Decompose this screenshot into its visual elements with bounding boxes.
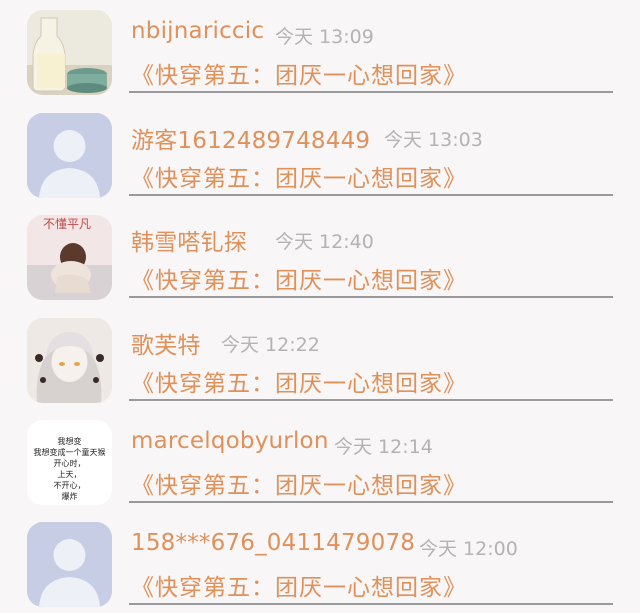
comment-time: 今天 12:00 [419,538,518,560]
book-title-link[interactable]: 《快穿第五：团厌一心想回家》 [131,568,467,602]
username[interactable]: 158***676_0411479078 [131,530,415,556]
username[interactable]: nbijnariccic [131,18,264,44]
divider [129,91,613,93]
divider [129,399,613,401]
anime-girl-icon[interactable] [27,318,112,403]
avatar-text-line: 不开心， [54,481,86,490]
divider [129,296,613,298]
text-note-icon[interactable]: 我想变 我想变成一个童天猴 开心时， 上天， 不开心， 爆炸 [27,420,112,505]
comment-row[interactable]: nbijnariccic 今天 13:09 《快穿第五：团厌一心想回家》 [0,0,640,103]
avatar-text-line: 我想变成一个童天猴 [34,447,106,457]
username[interactable]: marcelqobyurlon [131,428,329,454]
book-title-link[interactable]: 《快穿第五：团厌一心想回家》 [131,261,467,295]
comment-row[interactable]: 歌芙特 今天 12:22 《快穿第五：团厌一心想回家》 [0,308,640,411]
avatar-text-line: 我想变 [58,436,82,446]
comment-row[interactable]: 我想变 我想变成一个童天猴 开心时， 上天， 不开心， 爆炸 marcelqob… [0,410,640,513]
comment-time: 今天 12:22 [221,334,320,356]
comment-time: 今天 12:14 [334,436,433,458]
book-title-link[interactable]: 《快穿第五：团厌一心想回家》 [131,466,467,500]
comment-time: 今天 13:09 [275,26,374,48]
comment-row[interactable]: 158***676_0411479078 今天 12:00 《快穿第五：团厌一心… [0,512,640,613]
book-title-link[interactable]: 《快穿第五：团厌一心想回家》 [131,364,467,398]
comment-row[interactable]: 不懂平凡 韩雪嗒钆探 今天 12:40 《快穿第五：团厌一心想回家》 [0,205,640,308]
book-title-link[interactable]: 《快穿第五：团厌一心想回家》 [131,56,467,90]
avatar-text-line: 爆炸 [62,491,78,501]
default-user-icon[interactable] [27,522,112,607]
photo-milk-bottle-icon[interactable] [27,10,112,95]
username[interactable]: 游客1612489748449 [131,121,370,155]
divider [129,603,613,605]
divider [129,501,613,503]
divider [129,194,613,196]
comment-time: 今天 12:40 [275,231,374,253]
avatar-text-line: 开心时， [54,458,86,468]
username[interactable]: 歌芙特 [131,326,201,360]
avatar-text-line: 上天， [58,470,82,479]
default-user-icon[interactable] [27,113,112,198]
comment-list: nbijnariccic 今天 13:09 《快穿第五：团厌一心想回家》 游客1… [0,0,640,613]
book-title-link[interactable]: 《快穿第五：团厌一心想回家》 [131,159,467,193]
comment-time: 今天 13:03 [384,129,483,151]
avatar-caption: 不懂平凡 [43,217,91,231]
comment-row[interactable]: 游客1612489748449 今天 13:03 《快穿第五：团厌一心想回家》 [0,103,640,206]
username[interactable]: 韩雪嗒钆探 [131,223,247,257]
photo-girl-icon[interactable]: 不懂平凡 [27,215,112,300]
